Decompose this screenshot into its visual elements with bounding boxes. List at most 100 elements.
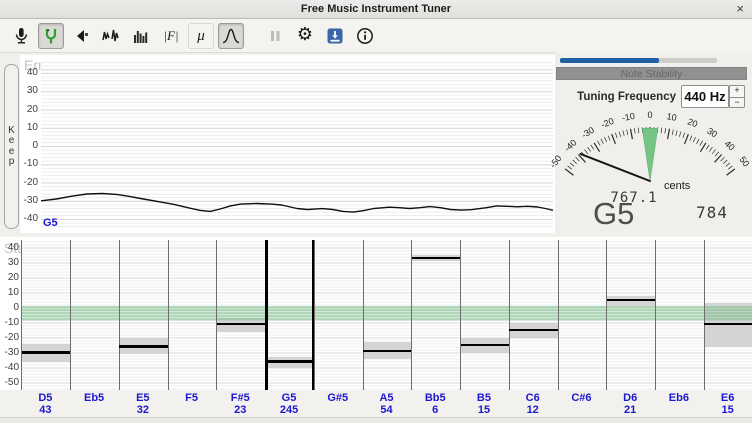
note-label: C#6 <box>557 392 606 404</box>
in-tune-band <box>22 306 752 321</box>
stats-y-tick-label: 0 <box>1 302 19 313</box>
error-y-tick-label: 10 <box>21 122 38 133</box>
note-label: F5 <box>167 392 216 404</box>
statistics-chart: Statistics 403020100-10-20-30-40-50D543E… <box>0 237 752 417</box>
spectrum-bars-button[interactable] <box>128 23 154 49</box>
svg-text:20: 20 <box>686 116 699 129</box>
stats-y-tick-label: -30 <box>1 347 19 358</box>
svg-text:30: 30 <box>705 126 719 140</box>
microphone-icon <box>11 26 31 46</box>
note-stability-progressbar <box>560 58 717 63</box>
error-y-tick-label: 30 <box>21 85 38 96</box>
stats-mean-bar <box>704 323 752 326</box>
note-label: C6 <box>508 392 557 404</box>
svg-text:-30: -30 <box>580 125 596 140</box>
note-count: 6 <box>411 404 460 416</box>
info-icon <box>355 26 375 46</box>
error-y-tick-label: -10 <box>21 158 38 169</box>
frequency-increment-button[interactable]: + <box>729 85 745 97</box>
tuning-fork-button[interactable] <box>38 23 64 49</box>
svg-text:-20: -20 <box>599 116 615 130</box>
stats-mean-bar <box>607 299 656 302</box>
note-count: 32 <box>118 404 167 416</box>
column-separator <box>70 240 71 390</box>
svg-text:-40: -40 <box>562 138 578 154</box>
svg-text:40: 40 <box>723 139 737 153</box>
error-line-svg <box>41 62 553 230</box>
note-count: 15 <box>460 404 509 416</box>
speaker-button[interactable] <box>68 23 94 49</box>
error-y-tick-label: -30 <box>21 195 38 206</box>
save-button[interactable] <box>322 23 348 49</box>
meter-needle <box>581 154 650 181</box>
statistics-mu-button[interactable]: μ <box>188 23 214 49</box>
fourier-transform-icon: |F| <box>163 27 178 45</box>
svg-text:-10: -10 <box>621 111 636 123</box>
error-y-tick-label: 40 <box>21 67 38 78</box>
stats-y-tick-label: -10 <box>1 317 19 328</box>
column-separator <box>119 240 120 390</box>
in-tune-wedge <box>642 128 658 181</box>
progress-fill <box>560 58 659 63</box>
waveform-button[interactable] <box>98 23 124 49</box>
error-plot-area <box>41 62 553 230</box>
waveform-icon <box>101 26 121 46</box>
note-count: 12 <box>508 404 557 416</box>
pause-button <box>262 23 288 49</box>
close-button[interactable]: × <box>736 0 744 17</box>
info-button[interactable] <box>352 23 378 49</box>
stats-mean-bar <box>217 323 266 326</box>
microphone-button[interactable] <box>8 23 34 49</box>
note-label: Bb5 <box>411 392 460 404</box>
column-separator <box>314 240 315 390</box>
note-label: A5 <box>362 392 411 404</box>
toolbar: |F| μ ⚙ <box>0 19 752 53</box>
stats-y-tick-label: 20 <box>1 272 19 283</box>
window-title: Free Music Instrument Tuner <box>0 0 752 18</box>
note-label: Eb5 <box>70 392 119 404</box>
fourier-transform-button[interactable]: |F| <box>158 23 184 49</box>
column-separator <box>655 240 656 390</box>
note-label: B5 <box>460 392 509 404</box>
tuning-frequency-input[interactable]: 440 Hz <box>681 85 729 108</box>
error-line <box>41 194 553 213</box>
note-label: D6 <box>606 392 655 404</box>
column-separator <box>363 240 364 390</box>
note-label: Eb6 <box>655 392 704 404</box>
note-count: 54 <box>362 404 411 416</box>
frequency-decrement-button[interactable]: − <box>729 97 745 109</box>
error-current-note-label: G5 <box>43 217 58 229</box>
statistics-mu-icon: μ <box>197 27 205 45</box>
stats-mean-bar <box>412 257 461 260</box>
stats-mean-bar <box>461 344 510 347</box>
bottom-strip <box>0 417 752 423</box>
tuner-panel: Note Stability Tuning Frequency 440 Hz +… <box>555 52 752 237</box>
gaussian-curve-button[interactable] <box>218 23 244 49</box>
settings-gear-button[interactable]: ⚙ <box>292 23 318 49</box>
stats-y-tick-label: -40 <box>1 362 19 373</box>
tuning-fork-icon <box>41 26 61 46</box>
column-separator <box>411 240 412 390</box>
svg-text:50: 50 <box>737 155 751 169</box>
column-separator <box>558 240 559 390</box>
settings-gear-icon: ⚙ <box>297 26 313 45</box>
gaussian-curve-icon <box>221 26 241 46</box>
stats-y-tick-label: 10 <box>1 287 19 298</box>
column-separator <box>216 240 217 390</box>
titlebar[interactable]: Free Music Instrument Tuner × <box>0 0 752 19</box>
note-label: E5 <box>118 392 167 404</box>
tuning-frequency-spinner: + − <box>729 85 745 108</box>
note-count: 21 <box>606 404 655 416</box>
keep-button[interactable]: Keep <box>4 64 19 229</box>
fmit-window: Free Music Instrument Tuner × |F| μ ⚙ Keep… <box>0 0 752 423</box>
column-separator <box>606 240 607 390</box>
target-frequency: 784 <box>686 203 738 222</box>
save-icon <box>325 26 345 46</box>
note-label: G5 <box>265 392 314 404</box>
note-label: G#5 <box>313 392 362 404</box>
note-count: 15 <box>703 404 752 416</box>
note-stability-label: Note Stability <box>556 67 747 80</box>
stats-y-tick-label: 30 <box>1 257 19 268</box>
note-label: D5 <box>21 392 70 404</box>
stats-y-tick-label: -50 <box>1 377 19 388</box>
